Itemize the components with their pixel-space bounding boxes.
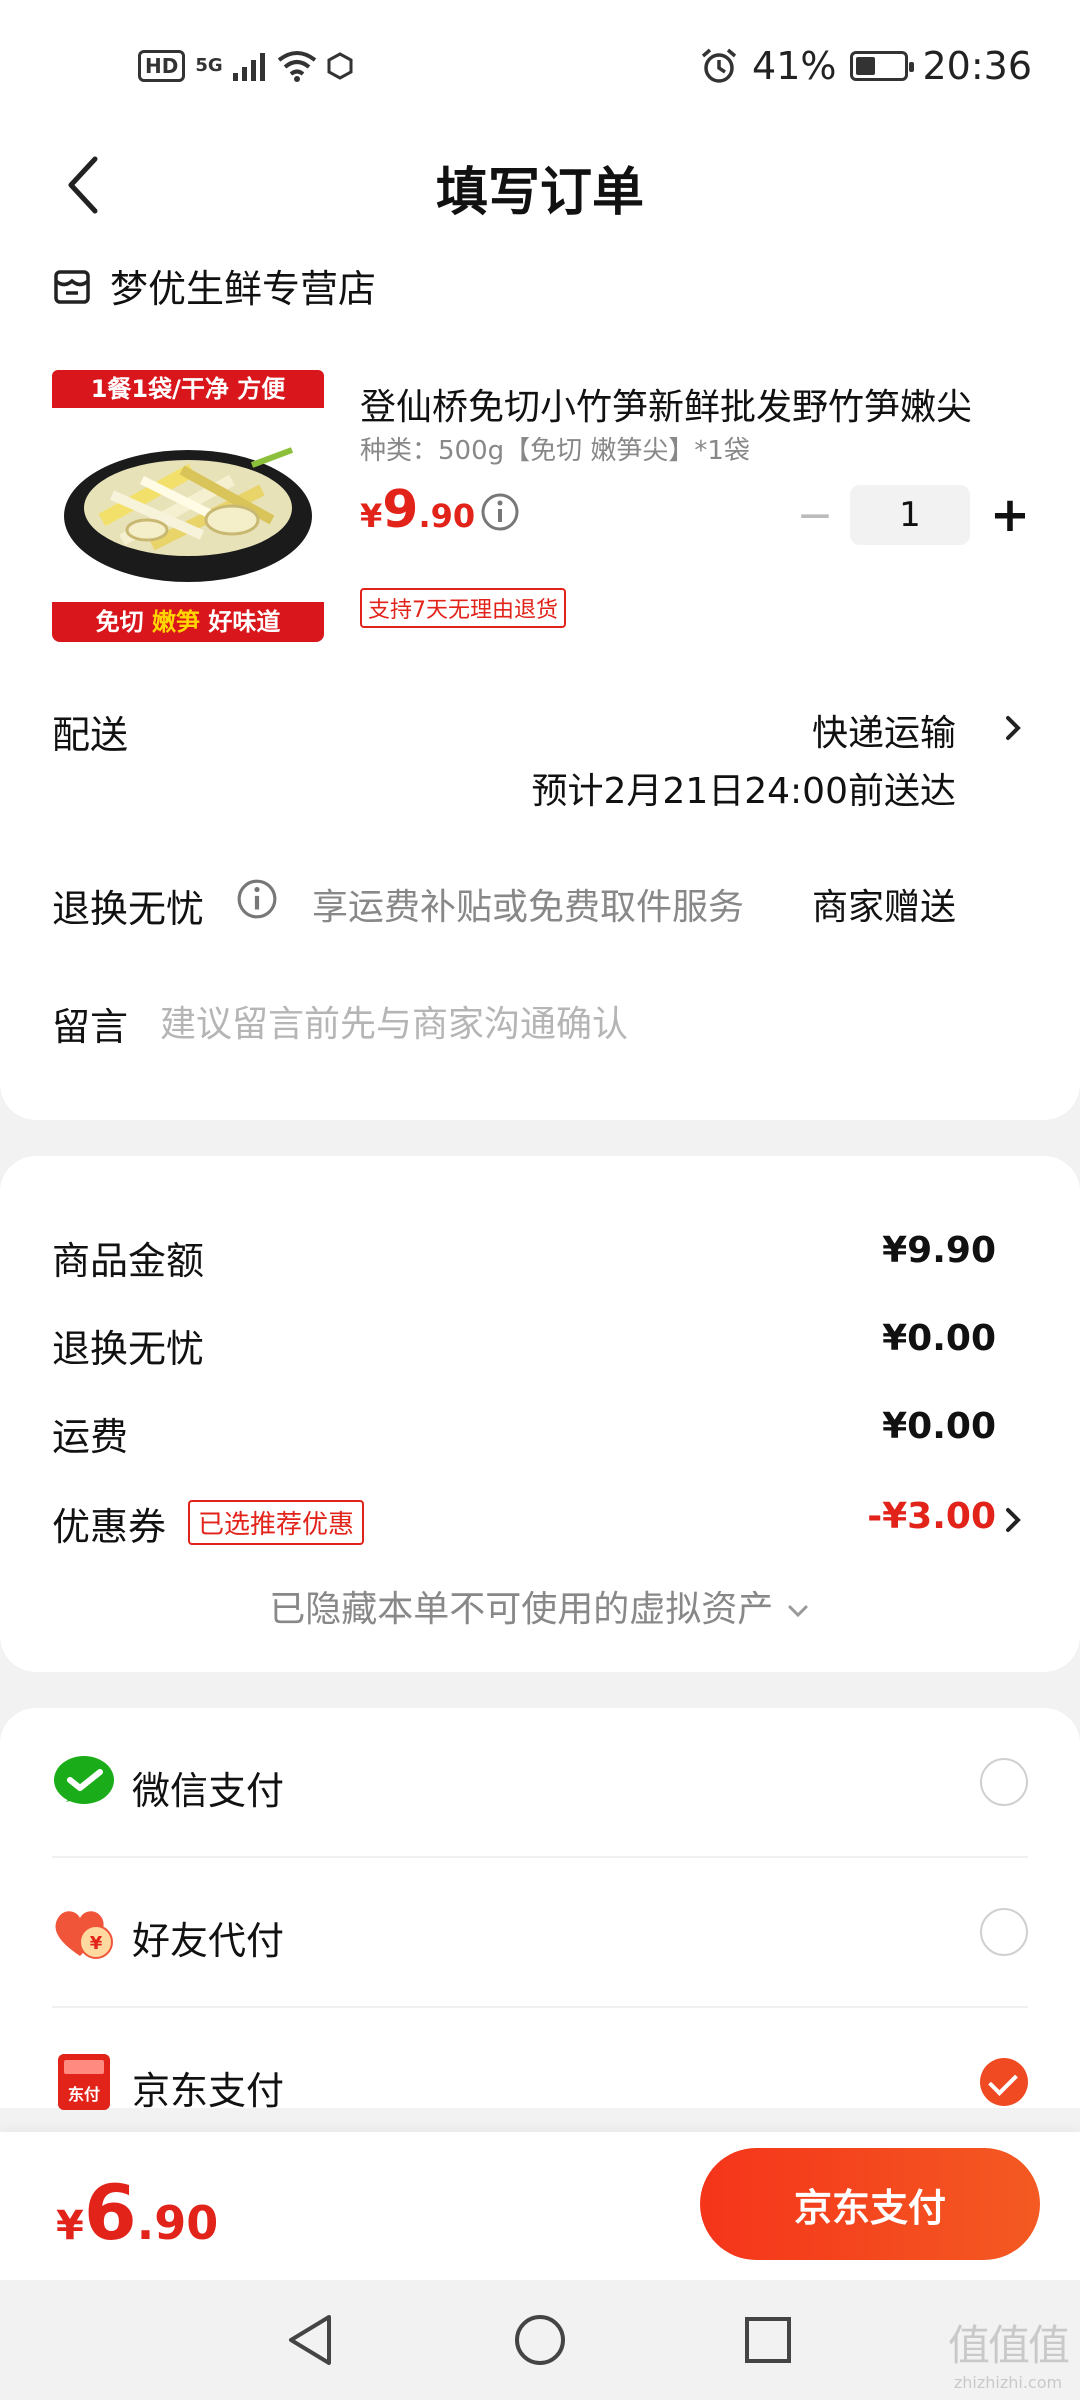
banner-text-b: 嫩笋	[152, 608, 200, 636]
shop-name: 梦优生鲜专营店	[110, 267, 377, 311]
coupon-label[interactable]: 优惠券	[52, 1496, 166, 1551]
triangle-back-icon	[289, 2315, 331, 2365]
nfc-icon	[327, 52, 353, 80]
nav-recents-button[interactable]	[738, 2310, 798, 2370]
quantity-stepper: − 1 +	[780, 485, 1050, 545]
watermark-text: zhizhizhi.com	[953, 2373, 1063, 2392]
hidden-assets-toggle[interactable]: 已隐藏本单不可使用的虚拟资产	[0, 1580, 1080, 1632]
message-input[interactable]	[160, 996, 1020, 1052]
product-title[interactable]: 登仙桥免切小竹笋新鲜批发野竹笋嫩尖	[360, 378, 1030, 430]
shipping-value: ¥0.00	[882, 1406, 996, 1447]
signal-icon	[232, 53, 265, 81]
return-policy-tag: 支持7天无理由退货	[360, 588, 566, 628]
square-recents-icon	[745, 2317, 791, 2363]
payment-card: 微信支付 ¥ 好友代付 东付 京东支付	[0, 1708, 1080, 2113]
payment-radio-jd[interactable]	[980, 2058, 1028, 2106]
price-info-icon[interactable]	[480, 492, 520, 532]
total-integer: 6	[83, 2168, 137, 2257]
jd-pay-icon-text: 东付	[68, 2085, 100, 2104]
return-service-desc: 享运费补贴或免费取件服务	[312, 887, 745, 928]
amount-card: 商品金额 ¥9.90 退换无忧 ¥0.00 运费 ¥0.00 优惠券 已选推荐优…	[0, 1156, 1080, 1672]
product-price: ¥9.90	[360, 480, 475, 540]
price-currency: ¥	[360, 497, 383, 535]
checkout-bar: ¥6.90 京东支付	[0, 2132, 1080, 2280]
alarm-icon	[701, 48, 737, 83]
payment-option-friend[interactable]: ¥ 好友代付	[52, 1858, 1028, 2008]
wifi-icon	[277, 51, 316, 82]
payment-radio-friend[interactable]	[980, 1908, 1028, 1956]
friend-pay-icon: ¥	[55, 1911, 113, 1959]
status-bar: HD 5G 41% 20:36	[0, 0, 1080, 130]
price-integer: 9	[382, 480, 419, 540]
order-card: 梦优生鲜专营店 1餐1袋/干净 方便 免切 嫩笋 好味道 登仙桥免切小竹笋新鲜批…	[0, 240, 1080, 1120]
status-left: HD 5G	[138, 44, 353, 88]
payment-label: 京东支付	[132, 2069, 285, 2113]
total-currency: ¥	[56, 2203, 84, 2249]
nav-back-button[interactable]	[280, 2310, 340, 2370]
status-right: 41% 20:36	[700, 40, 1032, 92]
shipping-label: 运费	[52, 1415, 129, 1459]
watermark-logo: 值值值	[947, 2321, 1070, 2370]
hd-badge: HD	[138, 50, 186, 82]
wechat-pay-icon	[54, 1756, 114, 1804]
goods-amount-label: 商品金额	[52, 1239, 205, 1283]
watermark: 值值值 zhizhizhi.com	[947, 2312, 1070, 2392]
network-type: 5G	[195, 55, 223, 76]
image-banner-bottom: 免切 嫩笋 好味道	[52, 602, 324, 642]
banner-text-c: 好味道	[208, 608, 281, 636]
total-decimal: .90	[136, 2196, 219, 2250]
payment-label: 好友代付	[132, 1919, 285, 1963]
quantity-minus-button[interactable]: −	[780, 485, 850, 545]
delivery-eta: 预计2月21日24:00前送达	[531, 771, 956, 812]
order-page: HD 5G 41% 20:36 填写订单 梦优生鲜专营店 1餐1袋/干净 方便 …	[0, 0, 1080, 2400]
return-info-icon[interactable]	[236, 878, 278, 920]
quantity-value[interactable]: 1	[850, 485, 970, 545]
quantity-plus-button[interactable]: +	[970, 485, 1050, 545]
system-nav-bar	[0, 2280, 1080, 2400]
shop-row[interactable]: 梦优生鲜专营店	[52, 258, 376, 313]
return-service-value: 商家赠送	[811, 887, 956, 928]
clock: 20:36	[922, 44, 1032, 88]
jd-pay-icon: 东付	[58, 2054, 110, 2110]
price-decimal: .90	[418, 497, 476, 535]
delivery-label: 配送	[52, 713, 129, 757]
circle-home-icon	[515, 2315, 565, 2365]
goods-amount-value: ¥9.90	[882, 1230, 996, 1271]
product-spec[interactable]: 种类：500g【免切 嫩笋尖】*1袋	[360, 430, 750, 467]
payment-option-wechat[interactable]: 微信支付	[52, 1708, 1028, 1858]
submit-payment-button[interactable]: 京东支付	[700, 2148, 1040, 2260]
return-fee-label: 退换无忧	[52, 1327, 205, 1371]
chevron-right-icon[interactable]	[1002, 710, 1024, 746]
payment-radio-wechat[interactable]	[980, 1758, 1028, 1806]
return-fee-value: ¥0.00	[882, 1318, 996, 1359]
store-icon	[54, 269, 90, 304]
page-title: 填写订单	[435, 163, 644, 223]
svg-text:¥: ¥	[90, 1933, 103, 1954]
hidden-assets-text: 已隐藏本单不可使用的虚拟资产	[269, 1589, 774, 1630]
coupon-tag: 已选推荐优惠	[188, 1500, 365, 1545]
total-price: ¥6.90	[56, 2168, 218, 2257]
banner-text-a: 免切	[95, 608, 144, 636]
payment-label: 微信支付	[132, 1769, 285, 1813]
delivery-method[interactable]: 快递运输	[812, 704, 956, 756]
coupon-value[interactable]: -¥3.00	[867, 1496, 996, 1537]
chevron-right-icon[interactable]	[1002, 1502, 1024, 1538]
product-image[interactable]: 1餐1袋/干净 方便 免切 嫩笋 好味道	[52, 370, 324, 642]
battery-icon	[850, 51, 915, 81]
nav-home-button[interactable]	[510, 2310, 570, 2370]
header: 填写订单	[0, 130, 1080, 240]
battery-level	[856, 57, 876, 75]
chevron-down-icon	[788, 1605, 808, 1618]
return-service-label: 退换无忧	[52, 887, 205, 931]
battery-percent: 41%	[752, 44, 837, 88]
message-label: 留言	[52, 1005, 129, 1049]
